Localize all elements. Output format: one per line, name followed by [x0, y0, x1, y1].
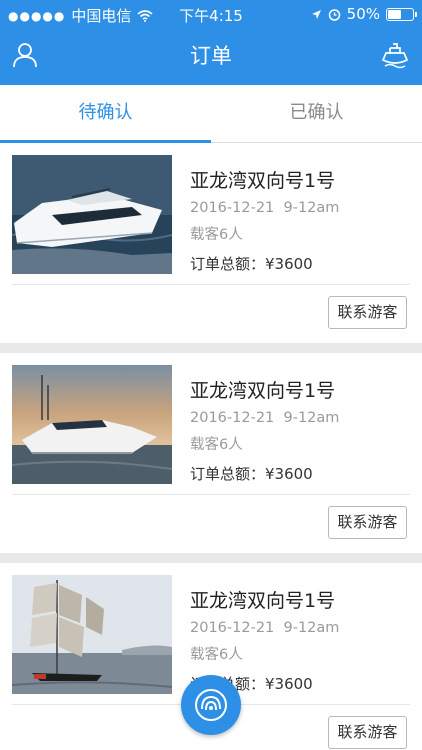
- order-time-slot: 9-12am: [283, 410, 340, 426]
- battery-icon: [386, 7, 417, 21]
- order-time-slot: 9-12am: [283, 200, 340, 216]
- yacht-image: [12, 365, 172, 484]
- tab-confirmed[interactable]: 已确认: [211, 85, 422, 143]
- location-arrow-icon: [311, 9, 321, 19]
- floating-signal-button[interactable]: [181, 675, 241, 735]
- status-bar: ●●●●● 中国电信 下午4:15 50%: [0, 0, 422, 28]
- order-date: 2016-12-21 9-12am: [190, 200, 340, 216]
- order-passengers: 载客6人: [190, 437, 243, 453]
- order-date: 2016-12-21 9-12am: [190, 620, 340, 636]
- page-title: 订单: [190, 44, 232, 68]
- order-card[interactable]: 亚龙湾双向号1号 2016-12-21 9-12am 载客6人 订单总额：¥36…: [0, 143, 422, 343]
- order-title: 亚龙湾双向号1号: [190, 380, 336, 402]
- boat-icon[interactable]: [380, 40, 410, 70]
- yacht-image: [12, 155, 172, 274]
- order-total: 订单总额：¥3600: [190, 465, 313, 483]
- order-title: 亚龙湾双向号1号: [190, 590, 336, 612]
- sailboat-image: [12, 575, 172, 694]
- order-date: 2016-12-21 9-12am: [190, 410, 340, 426]
- tab-bar: 待确认 已确认: [0, 85, 422, 143]
- signal-waves-icon: [195, 689, 227, 721]
- order-passengers: 载客6人: [190, 647, 243, 663]
- tab-pending[interactable]: 待确认: [0, 85, 211, 143]
- battery-percent: 50%: [346, 5, 380, 23]
- contact-guest-button[interactable]: 联系游客: [328, 296, 407, 329]
- divider: [12, 494, 410, 495]
- order-title: 亚龙湾双向号1号: [190, 170, 336, 192]
- order-passengers: 载客6人: [190, 227, 243, 243]
- order-card[interactable]: 亚龙湾双向号1号 2016-12-21 9-12am 载客6人 订单总额：¥36…: [0, 353, 422, 553]
- app-header: ●●●●● 中国电信 下午4:15 50% 订单: [0, 0, 422, 85]
- alarm-icon: [328, 8, 340, 21]
- order-time-slot: 9-12am: [283, 620, 340, 636]
- status-right: 50%: [311, 5, 417, 23]
- order-total: 订单总额：¥3600: [190, 255, 313, 273]
- contact-guest-button[interactable]: 联系游客: [328, 716, 407, 749]
- contact-guest-button[interactable]: 联系游客: [328, 506, 407, 539]
- divider: [12, 284, 410, 285]
